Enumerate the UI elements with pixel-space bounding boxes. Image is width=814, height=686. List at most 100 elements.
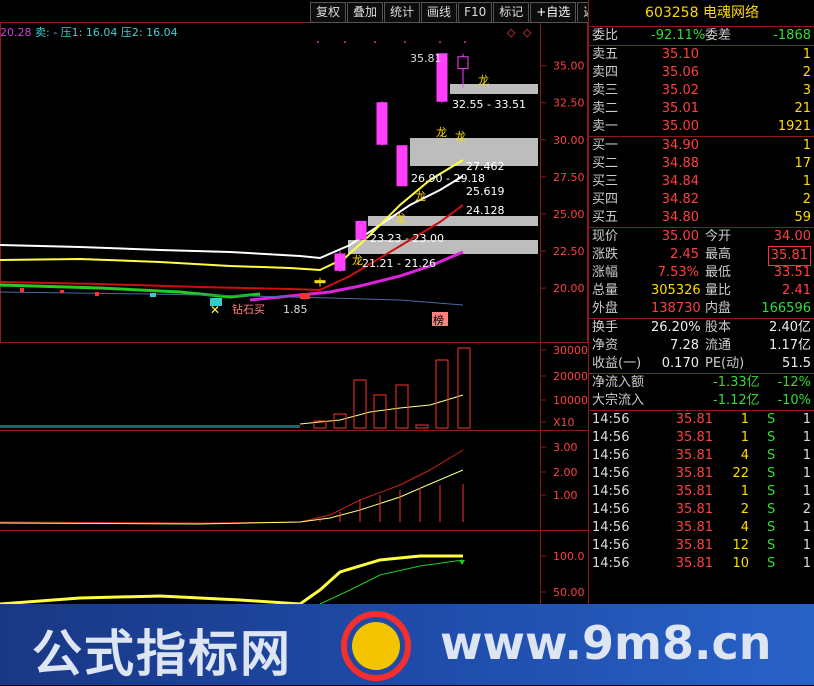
sell-row[interactable]: 卖三 35.02 3 bbox=[589, 82, 814, 100]
volume-axis: 30000 20000 10000 X10 bbox=[540, 344, 588, 429]
axis-tick-label: 25.00 bbox=[553, 208, 585, 221]
diamond-icon: ◇ bbox=[507, 26, 516, 39]
buy-orders: 买一 34.90 1 买二 34.88 17 买三 34.84 1 买四 34.82 2 买五 34.80… bbox=[589, 137, 814, 227]
buy-row[interactable]: 买三 34.84 1 bbox=[589, 173, 814, 191]
weicha-value: -1868 bbox=[773, 28, 811, 43]
high-label: 35.81 bbox=[410, 52, 442, 65]
stat-value: 34.00 bbox=[773, 229, 811, 244]
tick-side: S bbox=[767, 448, 776, 463]
f10-button[interactable]: F10 bbox=[458, 2, 493, 23]
sell-row[interactable]: 卖一 35.00 1921 bbox=[589, 118, 814, 136]
sell-label: 卖四 bbox=[592, 65, 619, 80]
sell-label: 卖一 bbox=[592, 119, 619, 134]
tick-row[interactable]: 14:56 35.81 12 S 1 bbox=[589, 537, 814, 555]
buy-row[interactable]: 买二 34.88 17 bbox=[589, 155, 814, 173]
dragon-label: 龙 bbox=[395, 212, 406, 225]
sell-row[interactable]: 卖五 35.10 1 bbox=[589, 46, 814, 64]
tick-time: 14:56 bbox=[592, 538, 630, 553]
fuquan-button[interactable]: 复权 bbox=[310, 2, 347, 23]
stat-row: 现价 35.00 今开 34.00 bbox=[589, 228, 814, 246]
zone-band bbox=[368, 216, 538, 226]
tick-row[interactable]: 14:56 35.81 2 S 2 bbox=[589, 501, 814, 519]
dragon-label: 龙 bbox=[478, 74, 489, 87]
axis-tick-label: 2.00 bbox=[553, 466, 578, 479]
tick-price: 35.81 bbox=[675, 556, 713, 571]
small-candle bbox=[150, 293, 156, 297]
tick-row[interactable]: 14:56 35.81 10 S 1 bbox=[589, 555, 814, 573]
tick-qty: 1 bbox=[740, 430, 749, 445]
tick-row[interactable]: 14:56 35.81 1 S 1 bbox=[589, 429, 814, 447]
stat-value: 138730 bbox=[651, 301, 701, 316]
stat-value: 2.45 bbox=[670, 247, 699, 262]
sell-row[interactable]: 卖四 35.06 2 bbox=[589, 64, 814, 82]
buy-row[interactable]: 买五 34.80 59 bbox=[589, 209, 814, 227]
chart-area[interactable]: ◇ ◇ 35.0032.5030.0027.5025.0022.5020.00 … bbox=[0, 0, 588, 685]
tick-row[interactable]: 14:56 35.81 4 S 1 bbox=[589, 447, 814, 465]
small-candle bbox=[95, 292, 99, 296]
stat-label: 最高 bbox=[705, 247, 732, 262]
tick-price: 35.81 bbox=[675, 484, 713, 499]
buy-row[interactable]: 买一 34.90 1 bbox=[589, 137, 814, 155]
stat2-row: 净资 7.28 流通 1.17亿 bbox=[589, 337, 814, 355]
tick-time: 14:56 bbox=[592, 466, 630, 481]
tick-time: 14:56 bbox=[592, 502, 630, 517]
fund-flow: 净流入额 -1.33亿 -12% 大宗流入 -1.12亿 -10% bbox=[589, 374, 814, 410]
axis-tick-label: 27.50 bbox=[553, 171, 585, 184]
sell-price: 35.10 bbox=[661, 47, 699, 62]
axis-tick-label: 30000 bbox=[553, 344, 588, 357]
stat2-row: 收益(一) 0.170 PE(动) 51.5 bbox=[589, 355, 814, 373]
tick-qty: 4 bbox=[740, 520, 749, 535]
stat-row: 涨幅 7.53% 最低 33.51 bbox=[589, 264, 814, 282]
stat-row: 涨跌 2.45 最高 35.81 bbox=[589, 246, 814, 266]
stat-value: 2.41 bbox=[782, 283, 811, 298]
tick-time: 14:56 bbox=[592, 520, 630, 535]
buy-volume: 2 bbox=[802, 192, 811, 207]
tick-row[interactable]: 14:56 35.81 4 S 1 bbox=[589, 519, 814, 537]
tick-count: 2 bbox=[802, 502, 811, 517]
tick-count: 1 bbox=[802, 430, 811, 445]
overlay-button[interactable]: 叠加 bbox=[347, 2, 384, 23]
sell-price: 35.00 bbox=[661, 119, 699, 134]
stats-button[interactable]: 统计 bbox=[384, 2, 421, 23]
dragon-label: 龙 bbox=[455, 130, 466, 143]
buy-row[interactable]: 买四 34.82 2 bbox=[589, 191, 814, 209]
stat2-value: 26.20% bbox=[651, 320, 701, 335]
stat2-label: 净资 bbox=[592, 338, 619, 353]
logo-icon bbox=[341, 611, 411, 681]
draw-line-button[interactable]: 画线 bbox=[421, 2, 458, 23]
mark-button[interactable]: 标记 bbox=[493, 2, 530, 23]
tick-side: S bbox=[767, 520, 776, 535]
stat2-value: 0.170 bbox=[661, 356, 699, 371]
stat-row: 总量 305326 量比 2.41 bbox=[589, 282, 814, 300]
add-watchlist-button[interactable]: +自选 bbox=[530, 2, 577, 23]
tick-list[interactable]: 14:56 35.81 1 S 1 14:56 35.81 1 S 1 14:56 35.81 4 S 1 1… bbox=[589, 411, 814, 573]
tick-price: 35.81 bbox=[675, 466, 713, 481]
flow-label: 净流入额 bbox=[592, 375, 645, 390]
macd-axis: 3.00 2.00 1.00 bbox=[540, 441, 578, 502]
stat2-row: 换手 26.20% 股本 2.40亿 bbox=[589, 319, 814, 337]
tick-row[interactable]: 14:56 35.81 22 S 1 bbox=[589, 465, 814, 483]
tick-row[interactable]: 14:56 35.81 1 S 1 bbox=[589, 483, 814, 501]
sell-label: 卖二 bbox=[592, 101, 619, 116]
tick-time: 14:56 bbox=[592, 556, 630, 571]
dragon-label: 龙 bbox=[436, 126, 447, 139]
candle-body bbox=[376, 102, 388, 145]
sell-row[interactable]: 卖二 35.01 21 bbox=[589, 100, 814, 118]
tick-qty: 1 bbox=[740, 484, 749, 499]
close-icon[interactable]: ◇ bbox=[523, 26, 532, 39]
tick-side: S bbox=[767, 484, 776, 499]
candle-body bbox=[396, 145, 408, 187]
axis-tick-label: 100.0 bbox=[553, 550, 585, 563]
buy-label: 买二 bbox=[592, 156, 619, 171]
flow-value: -1.12亿 bbox=[713, 393, 760, 408]
stat-label: 现价 bbox=[592, 229, 619, 244]
tick-row[interactable]: 14:56 35.81 1 S 1 bbox=[589, 411, 814, 429]
stat-label: 外盘 bbox=[592, 301, 619, 316]
stat-label: 内盘 bbox=[705, 301, 732, 316]
volume-ma bbox=[299, 394, 464, 425]
price-axis: 35.00 32.50 30.00 27.50 25.00 22.50 20.00 bbox=[540, 60, 585, 295]
stat-row: 外盘 138730 内盘 166596 bbox=[589, 300, 814, 318]
tick-side: S bbox=[767, 556, 776, 571]
buy-signal-label: 钻石买 bbox=[232, 302, 265, 316]
stat-value: 305326 bbox=[651, 283, 701, 298]
